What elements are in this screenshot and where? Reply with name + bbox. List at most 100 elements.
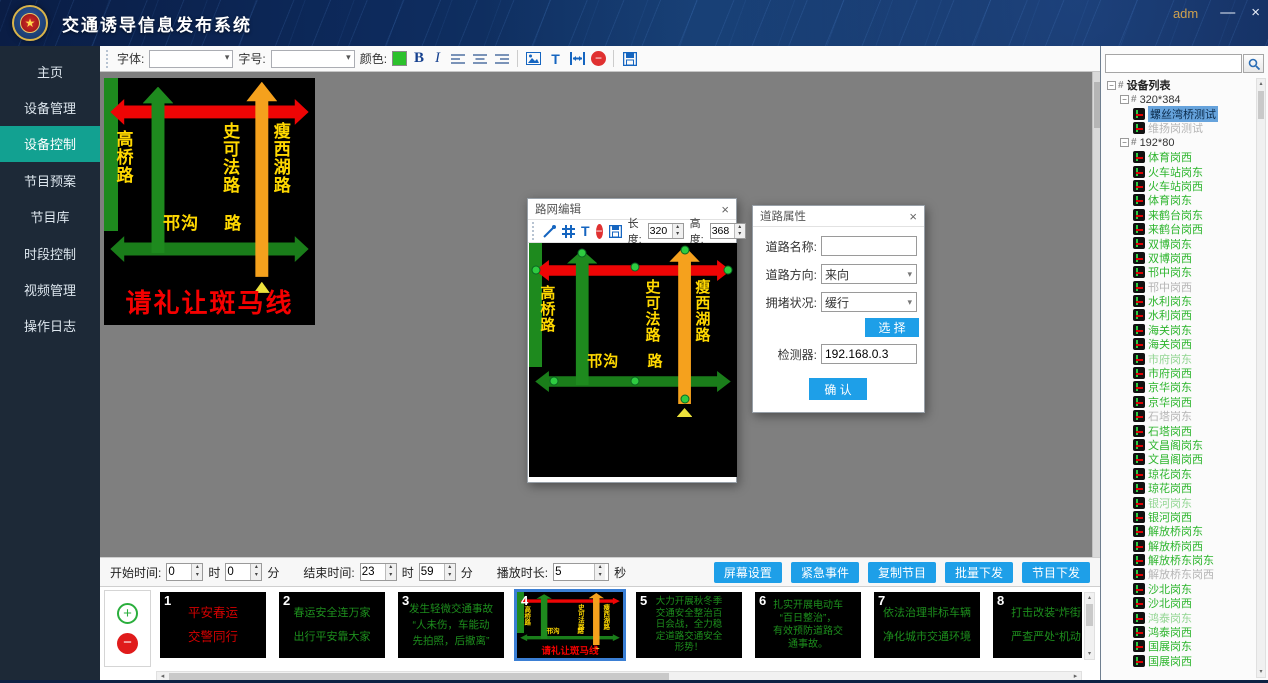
tree-expander-icon[interactable]: −	[1107, 81, 1116, 90]
text-tool-icon[interactable]: T	[547, 50, 564, 67]
road-node-handle[interactable]	[680, 395, 689, 404]
device-tree-item-双博岗西[interactable]: 双博岗西	[1101, 251, 1257, 265]
device-panel-scrollbar[interactable]: ▴ ▾	[1256, 78, 1266, 678]
device-tree-item-双博岗东[interactable]: 双博岗东	[1101, 236, 1257, 250]
sidebar-item-设备管理[interactable]: 设备管理	[0, 89, 100, 125]
device-tree-item-市府岗东[interactable]: 市府岗东	[1101, 351, 1257, 365]
delete-element-icon[interactable]: −	[591, 51, 606, 66]
add-road-icon[interactable]	[562, 223, 575, 240]
start-hour-input[interactable]	[167, 564, 191, 580]
device-tree-item-体育岗西[interactable]: 体育岗西	[1101, 150, 1257, 164]
height-input[interactable]	[711, 224, 734, 238]
length-stepper[interactable]: ▴▾	[648, 223, 684, 239]
duration-stepper[interactable]: ▴▾	[553, 563, 609, 581]
tree-expander-icon[interactable]: −	[1120, 138, 1129, 147]
minimize-button[interactable]: —	[1220, 4, 1235, 22]
editor-toolbar-grip[interactable]	[532, 222, 534, 240]
select-detector-button[interactable]: 选 择	[865, 318, 919, 337]
device-tree-item-维扬岗测试[interactable]: 维扬岗测试	[1101, 121, 1257, 135]
device-tree-item-邗中岗西[interactable]: 邗中岗西	[1101, 279, 1257, 293]
save-icon[interactable]	[621, 50, 638, 67]
device-tree-item-琼花岗东[interactable]: 琼花岗东	[1101, 467, 1257, 481]
device-tree-item-水利岗东[interactable]: 水利岗东	[1101, 294, 1257, 308]
device-tree-item-银河岗东[interactable]: 银河岗东	[1101, 495, 1257, 509]
bold-button[interactable]: B	[412, 50, 426, 67]
road-editor-canvas[interactable]: 高桥路史可法路瘦西湖路邗沟路	[529, 243, 737, 477]
device-tree-item-解放桥东岗西[interactable]: 解放桥东岗西	[1101, 567, 1257, 581]
device-tree-item-来鹤台岗西[interactable]: 来鹤台岗西	[1101, 222, 1257, 236]
device-tree-item-石塔岗东[interactable]: 石塔岗东	[1101, 409, 1257, 423]
device-tree-item-沙北岗东[interactable]: 沙北岗东	[1101, 582, 1257, 596]
end-minute-input[interactable]	[420, 564, 444, 580]
sidebar-item-节目库[interactable]: 节目库	[0, 199, 100, 235]
align-center-icon[interactable]	[471, 50, 488, 67]
action-button-节目下发[interactable]: 节目下发	[1022, 562, 1090, 583]
device-tree-item-来鹤台岗东[interactable]: 来鹤台岗东	[1101, 208, 1257, 222]
program-thumbnail-8[interactable]: 8打击改装“炸街严查严处“机动	[993, 592, 1082, 658]
road-name-input[interactable]	[821, 236, 917, 256]
align-right-icon[interactable]	[493, 50, 510, 67]
road-node-handle[interactable]	[631, 377, 640, 386]
scroll-down-icon[interactable]: ▾	[1257, 667, 1265, 677]
toolbar-grip-handle[interactable]	[106, 50, 109, 68]
editor-text-tool-icon[interactable]: T	[581, 223, 590, 240]
display-preview[interactable]: 高桥路史可法路瘦西湖路邗沟路请礼让斑马线	[104, 78, 315, 325]
device-tree-item-京华岗西[interactable]: 京华岗西	[1101, 395, 1257, 409]
sidebar-item-操作日志[interactable]: 操作日志	[0, 308, 100, 344]
add-program-button[interactable]: +	[117, 603, 138, 624]
duration-input[interactable]	[554, 564, 594, 580]
scroll-down-icon[interactable]: ▾	[1085, 649, 1094, 659]
action-button-屏幕设置[interactable]: 屏幕设置	[714, 562, 782, 583]
road-node-handle[interactable]	[723, 266, 732, 275]
device-tree-item-火车站岗西[interactable]: 火车站岗西	[1101, 179, 1257, 193]
program-thumbnail-3[interactable]: 3发生轻微交通事故“人未伤，车能动先拍照，后撤离”	[398, 592, 504, 658]
device-tree-item-解放桥东岗东[interactable]: 解放桥东岗东	[1101, 553, 1257, 567]
device-tree-item-邗中岗东[interactable]: 邗中岗东	[1101, 265, 1257, 279]
draw-line-icon[interactable]	[543, 223, 556, 240]
device-tree-item-银河岗西[interactable]: 银河岗西	[1101, 510, 1257, 524]
end-hour-input[interactable]	[361, 564, 385, 580]
road-props-close-icon[interactable]: ×	[909, 209, 917, 224]
user-label[interactable]: adm	[1173, 6, 1198, 21]
device-tree-node-320*384[interactable]: −#320*384	[1101, 92, 1257, 106]
road-node-handle[interactable]	[532, 266, 541, 275]
device-tree-node-192*80[interactable]: −#192*80	[1101, 136, 1257, 150]
device-tree-item-沙北岗西[interactable]: 沙北岗西	[1101, 596, 1257, 610]
scrollbar-thumb[interactable]	[1086, 604, 1093, 626]
road-editor-close-icon[interactable]: ×	[721, 202, 729, 217]
align-left-icon[interactable]	[449, 50, 466, 67]
sidebar-item-节目预案[interactable]: 节目预案	[0, 162, 100, 198]
device-tree-item-国展岗西[interactable]: 国展岗西	[1101, 654, 1257, 668]
device-tree-item-国展岗东[interactable]: 国展岗东	[1101, 639, 1257, 653]
detector-input[interactable]	[821, 344, 917, 364]
start-minute-stepper[interactable]: ▴▾	[225, 563, 262, 581]
device-tree-item-体育岗东[interactable]: 体育岗东	[1101, 193, 1257, 207]
device-tree-node-设备列表[interactable]: −#设备列表	[1101, 78, 1257, 92]
tree-expander-icon[interactable]: −	[1120, 95, 1129, 104]
device-tree-item-文昌阁岗西[interactable]: 文昌阁岗西	[1101, 452, 1257, 466]
playlist-vertical-scrollbar[interactable]: ▴ ▾	[1084, 592, 1095, 660]
road-node-handle[interactable]	[680, 246, 689, 255]
color-swatch[interactable]	[392, 51, 407, 66]
device-search-input[interactable]	[1105, 54, 1242, 73]
program-thumbnail-4[interactable]: 4高桥路史可法路瘦西湖路邗沟路请礼让斑马线	[517, 592, 623, 658]
scroll-up-icon[interactable]: ▴	[1085, 593, 1094, 603]
device-tree-item-市府岗西[interactable]: 市府岗西	[1101, 366, 1257, 380]
font-size-select[interactable]	[271, 50, 355, 68]
sidebar-item-视频管理[interactable]: 视频管理	[0, 271, 100, 307]
action-button-复制节目[interactable]: 复制节目	[868, 562, 936, 583]
program-thumbnail-2[interactable]: 2春运安全连万家出行平安靠大家	[279, 592, 385, 658]
road-node-handle[interactable]	[631, 263, 640, 272]
device-tree-item-海关岗东[interactable]: 海关岗东	[1101, 323, 1257, 337]
device-tree-item-京华岗东[interactable]: 京华岗东	[1101, 380, 1257, 394]
device-tree-item-水利岗西[interactable]: 水利岗西	[1101, 308, 1257, 322]
device-tree-item-鸿泰岗东[interactable]: 鸿泰岗东	[1101, 610, 1257, 624]
action-button-紧急事件[interactable]: 紧急事件	[791, 562, 859, 583]
action-button-批量下发[interactable]: 批量下发	[945, 562, 1013, 583]
editor-save-icon[interactable]	[609, 223, 622, 240]
height-stepper[interactable]: ▴▾	[710, 223, 746, 239]
program-thumbnail-1[interactable]: 1平安春运交警同行	[160, 592, 266, 658]
scrollbar-thumb[interactable]	[1258, 91, 1264, 119]
road-direction-select[interactable]: 来向	[821, 264, 917, 284]
device-tree-item-解放桥岗西[interactable]: 解放桥岗西	[1101, 539, 1257, 553]
